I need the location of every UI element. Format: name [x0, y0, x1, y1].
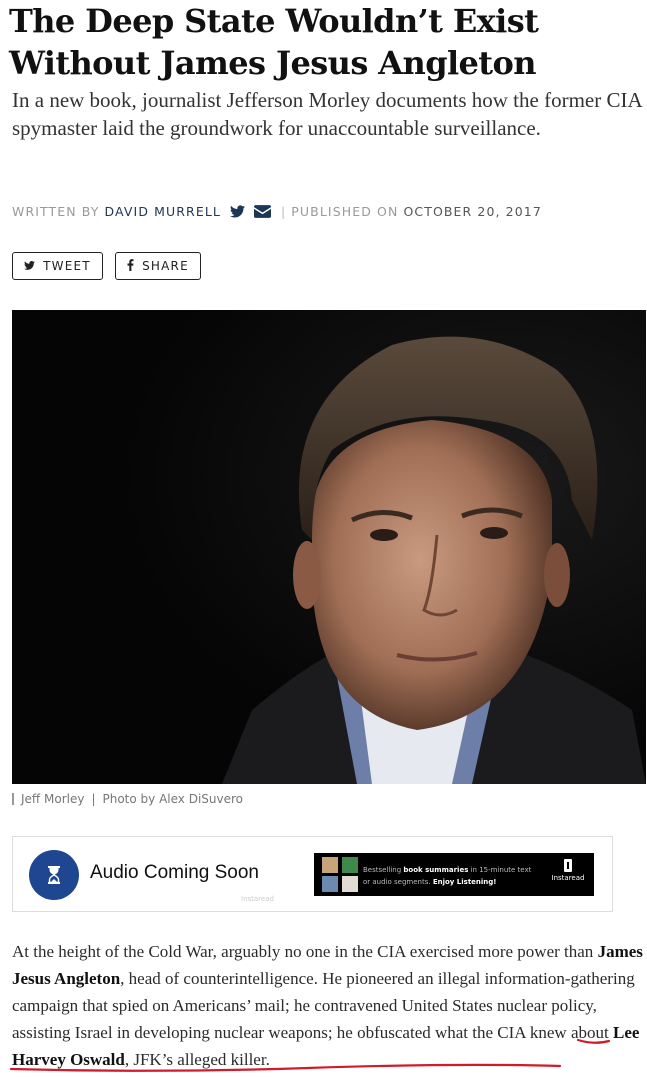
audio-label: Audio Coming Soon [90, 862, 259, 883]
hourglass-icon[interactable] [29, 850, 79, 900]
tweet-button[interactable]: TWEET [12, 252, 103, 280]
tweet-button-label: TWEET [43, 259, 91, 273]
caption-separator: | [91, 792, 96, 806]
audio-credit: Instaread [241, 895, 274, 903]
article-body: At the height of the Cold War, arguably … [12, 942, 643, 1069]
underline-annotation [576, 1038, 611, 1044]
facebook-icon [127, 258, 134, 274]
instaread-logo: Instaread [546, 859, 590, 882]
email-icon[interactable] [253, 204, 271, 218]
byline-separator: | [280, 203, 287, 219]
book-thumb [342, 876, 358, 892]
author-link[interactable]: DAVID MURRELL [105, 204, 221, 219]
audio-player: Audio Coming Soon Instaread Bestselling … [12, 836, 613, 912]
caption-credit: Photo by Alex DiSuvero [102, 792, 244, 806]
caption-subject: Jeff Morley [21, 792, 85, 806]
article-title: The Deep State Wouldn’t Exist Without Ja… [9, 2, 539, 82]
written-by-label: WRITTEN BY [12, 203, 100, 219]
instaread-ad-banner[interactable]: Bestselling book summaries in 15-minute … [314, 853, 594, 896]
twitter-icon[interactable] [229, 204, 245, 218]
share-button-label: SHARE [142, 259, 189, 273]
published-label: PUBLISHED ON [291, 203, 399, 219]
caption-bar [12, 793, 14, 805]
byline: WRITTEN BY DAVID MURRELL | PUBLISHED ON … [12, 201, 542, 221]
book-thumb [322, 876, 338, 892]
article-dek: In a new book, journalist Jefferson Morl… [12, 88, 642, 140]
article-photo [12, 310, 646, 784]
publish-date: OCTOBER 20, 2017 [403, 203, 542, 219]
book-thumb [342, 857, 358, 873]
ad-text: Bestselling book summaries in 15-minute … [363, 866, 532, 886]
underline-annotation [9, 1063, 562, 1072]
twitter-icon [24, 259, 36, 273]
photo-caption: Jeff Morley | Photo by Alex DiSuvero [12, 792, 243, 806]
facebook-share-button[interactable]: SHARE [115, 252, 201, 280]
book-thumb [322, 857, 338, 873]
